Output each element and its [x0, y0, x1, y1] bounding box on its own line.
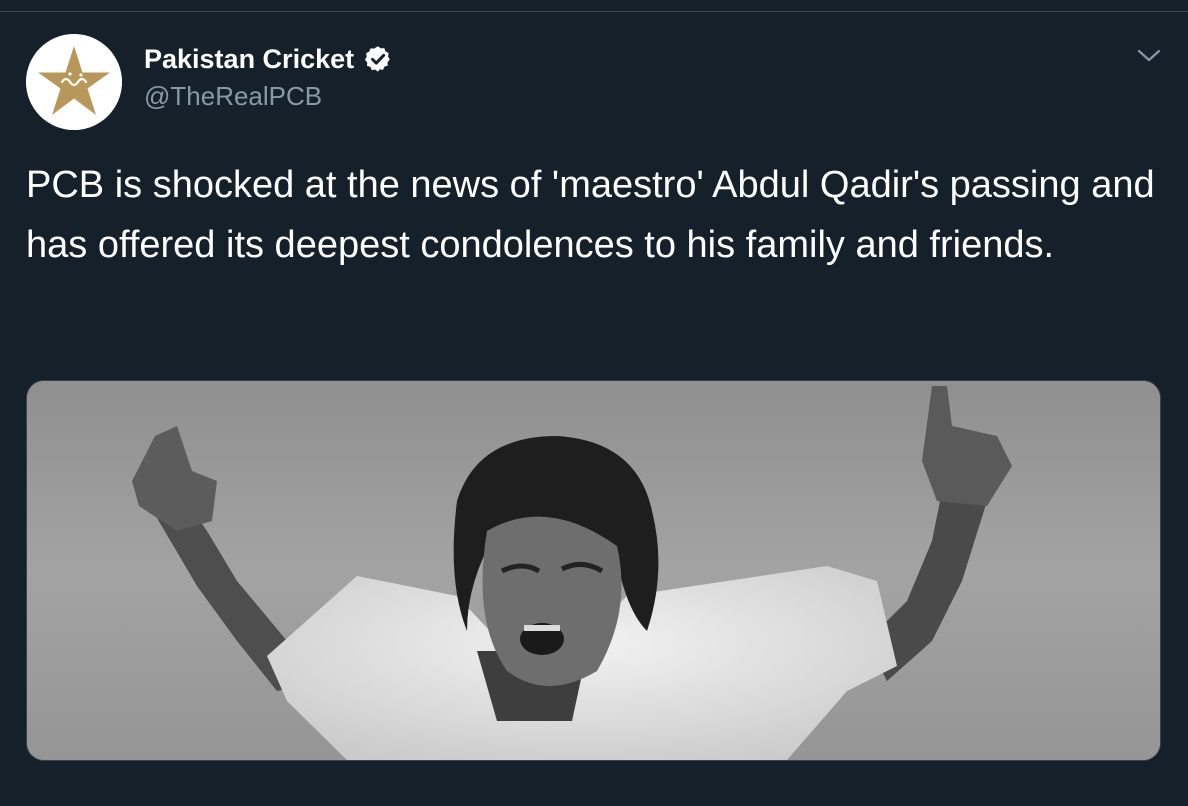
- tweet-photo[interactable]: [26, 380, 1161, 761]
- tweet[interactable]: Pakistan Cricket @TheRealPCB PCB is shoc…: [0, 12, 1188, 806]
- top-divider: [0, 0, 1188, 12]
- verified-badge-icon: [364, 46, 390, 72]
- author-block: Pakistan Cricket @TheRealPCB: [144, 42, 393, 113]
- chevron-down-icon[interactable]: [1136, 46, 1162, 66]
- photo-cricketer-appealing: [27, 381, 1160, 760]
- avatar[interactable]: [26, 34, 122, 130]
- tweet-text: PCB is shocked at the news of 'maestro' …: [26, 164, 1155, 266]
- pcb-star-logo-icon: [26, 34, 122, 130]
- display-name[interactable]: Pakistan Cricket: [144, 42, 354, 76]
- handle[interactable]: @TheRealPCB: [144, 79, 393, 113]
